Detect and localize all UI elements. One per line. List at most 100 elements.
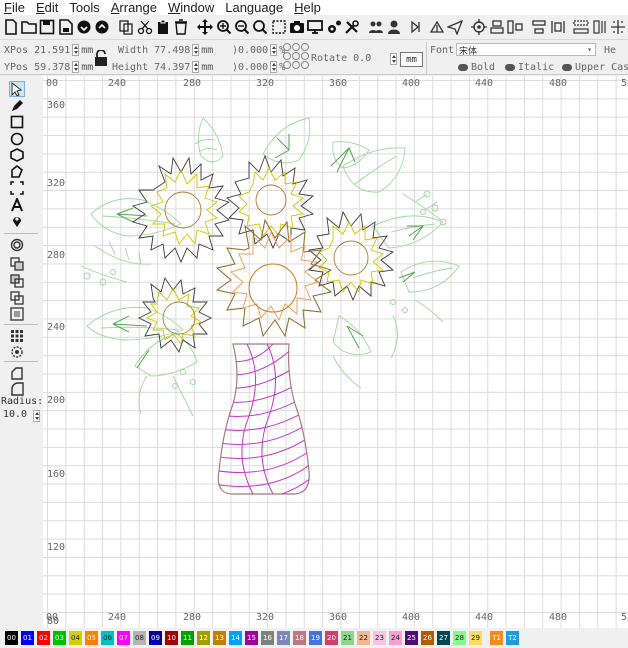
move-icon[interactable] [197, 18, 214, 37]
zoom-fit-icon[interactable] [252, 18, 269, 37]
menu-language[interactable]: Language [225, 0, 283, 15]
palette-swatch-18[interactable]: 18 [293, 631, 306, 645]
palette-swatch-04[interactable]: 04 [69, 631, 82, 645]
scale-x-control[interactable]: )0.000% [232, 42, 285, 58]
send-icon[interactable] [446, 18, 463, 37]
target-icon[interactable] [470, 18, 487, 37]
tools-icon[interactable] [343, 18, 360, 37]
palette-swatch-29[interactable]: 29 [469, 631, 482, 645]
weld-icon[interactable] [9, 256, 25, 272]
ellipse-icon[interactable] [9, 131, 25, 147]
xpos-value[interactable]: 21.591 [34, 45, 70, 56]
intersect-icon[interactable] [9, 306, 25, 322]
menu-arrange[interactable]: Arrange [111, 0, 157, 15]
palette-swatch-23[interactable]: 23 [373, 631, 386, 645]
zoom-in-icon[interactable] [215, 18, 232, 37]
radius-value[interactable]: 10.0 [3, 409, 27, 420]
circular-array-icon[interactable] [9, 344, 25, 360]
users-icon[interactable] [367, 18, 384, 37]
new-file-icon[interactable] [2, 18, 19, 37]
rotate-control[interactable]: Rotate 0.0 [311, 50, 371, 66]
rotate-value[interactable]: 0.0 [353, 53, 371, 64]
xpos-control[interactable]: XPos 21.591 mm [4, 42, 93, 58]
ypos-control[interactable]: YPos 59.378 mm [4, 59, 93, 75]
settings-icon[interactable] [325, 18, 342, 37]
height-value[interactable]: 74.397 [154, 62, 190, 73]
spacing-icon[interactable] [549, 18, 566, 37]
palette-swatch-08[interactable]: 08 [133, 631, 146, 645]
unit-toggle-button[interactable]: mm [400, 52, 423, 67]
scale-y-control[interactable]: )0.000% [232, 59, 285, 75]
scale-x-spinner-icon[interactable] [270, 44, 278, 56]
font-select[interactable]: 宋体 ▾ [456, 43, 596, 57]
lock-icon[interactable] [94, 49, 108, 66]
subtract-icon[interactable] [9, 290, 25, 306]
marquee-icon[interactable] [9, 180, 25, 196]
save-as-icon[interactable] [57, 18, 74, 37]
grid-array-icon[interactable] [9, 328, 25, 344]
palette-swatch-22[interactable]: 22 [357, 631, 370, 645]
save-icon[interactable] [39, 18, 56, 37]
radius-spinner-icon[interactable] [33, 410, 40, 422]
palette-swatch-10[interactable]: 10 [165, 631, 178, 645]
palette-swatch-21[interactable]: 21 [341, 631, 354, 645]
same-size-icon[interactable] [573, 18, 590, 37]
palette-swatch-13[interactable]: 13 [213, 631, 226, 645]
uppercase-toggle[interactable]: Upper Cas [562, 59, 628, 75]
zoom-page-icon[interactable] [270, 18, 287, 37]
width-value[interactable]: 77.498 [154, 45, 190, 56]
align-group-icon[interactable] [507, 18, 524, 37]
monitor-icon[interactable] [307, 18, 324, 37]
corner-radius-icon[interactable] [9, 381, 25, 397]
corner-round-icon[interactable] [9, 365, 25, 381]
palette-swatch-06[interactable]: 06 [101, 631, 114, 645]
menu-help[interactable]: Help [294, 0, 321, 15]
cut-icon[interactable] [136, 18, 153, 37]
delete-icon[interactable] [173, 18, 190, 37]
user-icon[interactable] [386, 18, 403, 37]
copy-icon[interactable] [118, 18, 135, 37]
distribute-icon[interactable] [531, 18, 548, 37]
palette-swatch-11[interactable]: 11 [181, 631, 194, 645]
union-icon[interactable] [9, 273, 25, 289]
menu-window[interactable]: Window [168, 0, 214, 15]
mirror-h-icon[interactable] [409, 18, 426, 37]
palette-swatch-25[interactable]: 25 [405, 631, 418, 645]
paste-icon[interactable] [154, 18, 171, 37]
palette-swatch-15[interactable]: 15 [245, 631, 258, 645]
palette-swatch-t2[interactable]: T2 [506, 631, 519, 645]
width-spinner-icon[interactable] [192, 44, 200, 56]
palette-swatch-27[interactable]: 27 [437, 631, 450, 645]
camera-icon[interactable] [288, 18, 305, 37]
grid-snap-icon[interactable] [610, 18, 627, 37]
menu-tools[interactable]: Tools [69, 0, 99, 15]
palette-swatch-t1[interactable]: T1 [490, 631, 503, 645]
ypos-spinner-icon[interactable] [72, 61, 80, 73]
palette-swatch-17[interactable]: 17 [277, 631, 290, 645]
palette-swatch-12[interactable]: 12 [197, 631, 210, 645]
height-control[interactable]: Height 74.397 mm [112, 59, 213, 75]
scale-x-value[interactable]: )0.000 [232, 45, 268, 56]
height-spinner-icon[interactable] [192, 61, 200, 73]
mirror-v-icon[interactable] [428, 18, 445, 37]
palette-swatch-28[interactable]: 28 [453, 631, 466, 645]
palette-swatch-09[interactable]: 09 [149, 631, 162, 645]
width-control[interactable]: Width 77.498 mm [118, 42, 213, 58]
palette-swatch-20[interactable]: 20 [325, 631, 338, 645]
import-icon[interactable] [75, 18, 92, 37]
text-tool-icon[interactable] [9, 197, 25, 213]
scale-y-spinner-icon[interactable] [270, 61, 278, 73]
ypos-value[interactable]: 59.378 [34, 62, 70, 73]
palette-swatch-07[interactable]: 07 [117, 631, 130, 645]
menu-edit[interactable]: Edit [36, 0, 58, 15]
align-center-icon[interactable] [488, 18, 505, 37]
pen-icon[interactable] [9, 98, 25, 114]
artwork-layer[interactable] [43, 76, 628, 628]
palette-swatch-14[interactable]: 14 [229, 631, 242, 645]
italic-toggle[interactable]: Italic [505, 59, 554, 75]
palette-swatch-01[interactable]: 01 [21, 631, 34, 645]
xpos-spinner-icon[interactable] [72, 44, 80, 56]
palette-swatch-00[interactable]: 00 [5, 631, 18, 645]
polyline-icon[interactable] [9, 164, 25, 180]
palette-swatch-26[interactable]: 26 [421, 631, 434, 645]
